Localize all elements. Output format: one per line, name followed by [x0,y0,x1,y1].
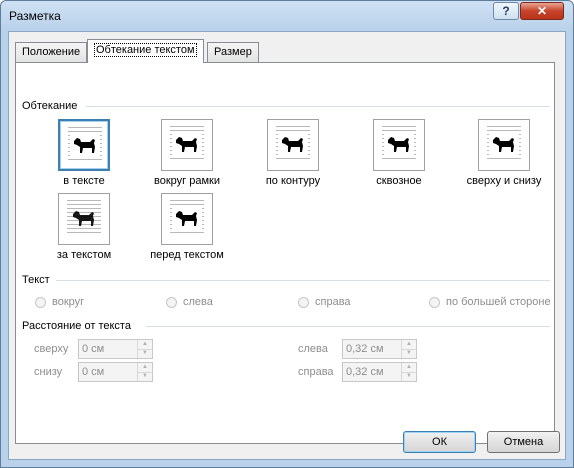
radio-label: справа [315,296,351,308]
wrap-option-label: сверху и снизу [466,175,542,187]
wrap-option-behind[interactable] [58,193,110,245]
wrap-option-label: вокруг рамки [154,175,220,187]
spinner-value: 0 см [82,343,105,355]
radio-label: по большей стороне [446,296,551,308]
dog-icon [70,135,100,157]
dog-icon [278,134,308,156]
radio-circle [298,296,309,308]
distance-right-label: справа [298,366,334,378]
separator [146,326,550,327]
spinner-down-icon[interactable]: ▼ [401,349,416,358]
wrap-option-label: по контуру [265,175,321,187]
distance-bottom-spinner[interactable]: 0 см ▲ ▼ [78,362,153,382]
help-button[interactable]: ? [493,2,519,20]
close-icon: ✕ [536,4,548,18]
distance-left-label: слева [298,343,328,355]
close-button[interactable]: ✕ [520,2,564,20]
wrap-option-inline[interactable] [58,119,110,171]
title-bar: Разметка ? ✕ [1,1,573,31]
radio-circle [166,296,177,308]
separator [86,106,550,107]
wrap-option-front[interactable] [161,193,213,245]
cancel-button[interactable]: Отмена [487,431,560,453]
dog-icon [69,208,99,230]
ok-button[interactable]: ОК [403,431,476,453]
tab-position[interactable]: Положение [15,42,88,62]
radio-label: слева [183,296,213,308]
text-group-title: Текст [22,274,54,286]
spinner-down-icon[interactable]: ▼ [137,372,152,381]
tab-label: Размер [214,46,252,58]
radio-circle [35,296,46,308]
dog-icon [489,134,519,156]
wrap-option-label: за текстом [56,249,112,261]
radio-left[interactable]: слева [166,296,213,308]
wrap-option-label: сквозное [376,175,422,187]
spinner-value: 0 см [82,366,105,378]
tab-text-wrapping[interactable]: Обтекание текстом [87,39,204,63]
tab-panel: Обтекание в тексте вокруг рамки по контуру… [15,62,555,444]
radio-largest-side[interactable]: по большей стороне [429,296,551,308]
distance-top-spinner[interactable]: 0 см ▲ ▼ [78,339,153,359]
wrap-option-topbottom[interactable] [478,119,530,171]
spinner-down-icon[interactable]: ▼ [137,349,152,358]
distance-left-spinner[interactable]: 0,32 см ▲ ▼ [342,339,417,359]
wrap-option-label: в тексте [63,175,105,187]
dog-icon [172,208,202,230]
distance-right-spinner[interactable]: 0,32 см ▲ ▼ [342,362,417,382]
separator [56,280,550,281]
spinner-value: 0,32 см [346,366,384,378]
distance-bottom-label: снизу [34,366,63,378]
radio-circle [429,296,440,308]
dog-icon [384,134,414,156]
spinner-value: 0,32 см [346,343,384,355]
distance-top-label: сверху [34,343,69,355]
wrap-option-label: перед текстом [150,249,224,261]
help-icon: ? [502,4,510,18]
distance-group-title: Расстояние от текста [22,320,135,332]
radio-right[interactable]: справа [298,296,351,308]
tab-label: Положение [22,46,81,58]
window-title: Разметка [9,9,61,23]
tab-size[interactable]: Размер [207,42,259,62]
wrapping-group-title: Обтекание [22,100,82,112]
wrap-option-tight[interactable] [267,119,319,171]
wrap-option-through[interactable] [373,119,425,171]
tab-label: Обтекание текстом [94,43,197,57]
radio-label: вокруг [52,296,85,308]
dialog-client-area: Положение Обтекание текстом Размер Обтек… [8,31,566,460]
radio-around[interactable]: вокруг [35,296,84,308]
dialog-window: Разметка ? ✕ Положение Обтекание текстом… [0,0,574,468]
spinner-down-icon[interactable]: ▼ [401,372,416,381]
dog-icon [172,134,202,156]
wrap-option-square[interactable] [161,119,213,171]
